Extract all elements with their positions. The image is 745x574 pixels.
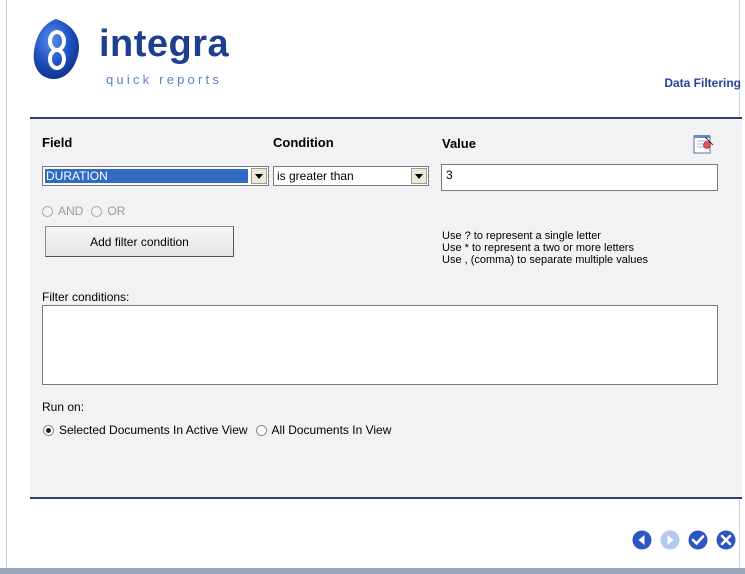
back-arrow-icon[interactable] xyxy=(632,530,652,550)
condition-select[interactable]: is greater than xyxy=(273,166,429,186)
filter-conditions-textarea[interactable] xyxy=(42,305,718,385)
run-on-group: Selected Documents In Active View All Do… xyxy=(43,423,391,437)
page-title: Data Filtering xyxy=(664,76,741,90)
all-documents-radio[interactable] xyxy=(255,424,267,436)
window-bottom-bar xyxy=(0,568,745,574)
hint-line: Use * to represent a two or more letters xyxy=(442,242,634,254)
chevron-down-icon[interactable] xyxy=(251,168,267,184)
hint-line: Use ? to represent a single letter xyxy=(442,230,601,242)
run-on-label: Run on: xyxy=(42,400,85,414)
and-or-group: AND OR xyxy=(42,204,125,218)
condition-select-value: is greater than xyxy=(277,169,354,183)
field-select[interactable]: DURATION xyxy=(42,166,269,186)
logo-wordmark: integra xyxy=(99,23,230,65)
logo-mark-icon xyxy=(33,19,80,79)
field-heading: Field xyxy=(42,135,73,150)
value-input[interactable]: 3 xyxy=(441,164,718,191)
or-radio[interactable] xyxy=(91,205,103,217)
chevron-down-icon[interactable] xyxy=(411,168,427,184)
integra-logo: integra quick reports xyxy=(24,17,264,87)
logo-tagline: quick reports xyxy=(106,72,223,87)
or-label: OR xyxy=(107,204,126,218)
value-heading: Value xyxy=(442,136,476,151)
condition-heading: Condition xyxy=(273,135,334,150)
and-radio[interactable] xyxy=(42,205,53,217)
notepad-icon[interactable] xyxy=(692,133,714,155)
add-filter-condition-button[interactable]: Add filter condition xyxy=(45,226,234,257)
wildcard-hints: Use ? to represent a single letter Use *… xyxy=(442,230,648,266)
all-documents-label[interactable]: All Documents In View xyxy=(272,423,392,437)
selected-documents-label[interactable]: Selected Documents In Active View xyxy=(59,423,248,437)
field-select-value: DURATION xyxy=(45,169,248,183)
hint-line: Use , (comma) to separate multiple value… xyxy=(442,254,649,266)
check-icon[interactable] xyxy=(688,530,708,550)
and-label: AND xyxy=(58,204,84,218)
filter-conditions-label: Filter conditions: xyxy=(42,290,130,304)
close-icon[interactable] xyxy=(716,530,736,550)
wizard-navigation xyxy=(632,530,736,550)
forward-arrow-icon[interactable] xyxy=(660,530,680,550)
selected-documents-radio[interactable] xyxy=(43,424,54,436)
filter-panel: Field Condition Value DURATION is greate… xyxy=(30,117,742,499)
